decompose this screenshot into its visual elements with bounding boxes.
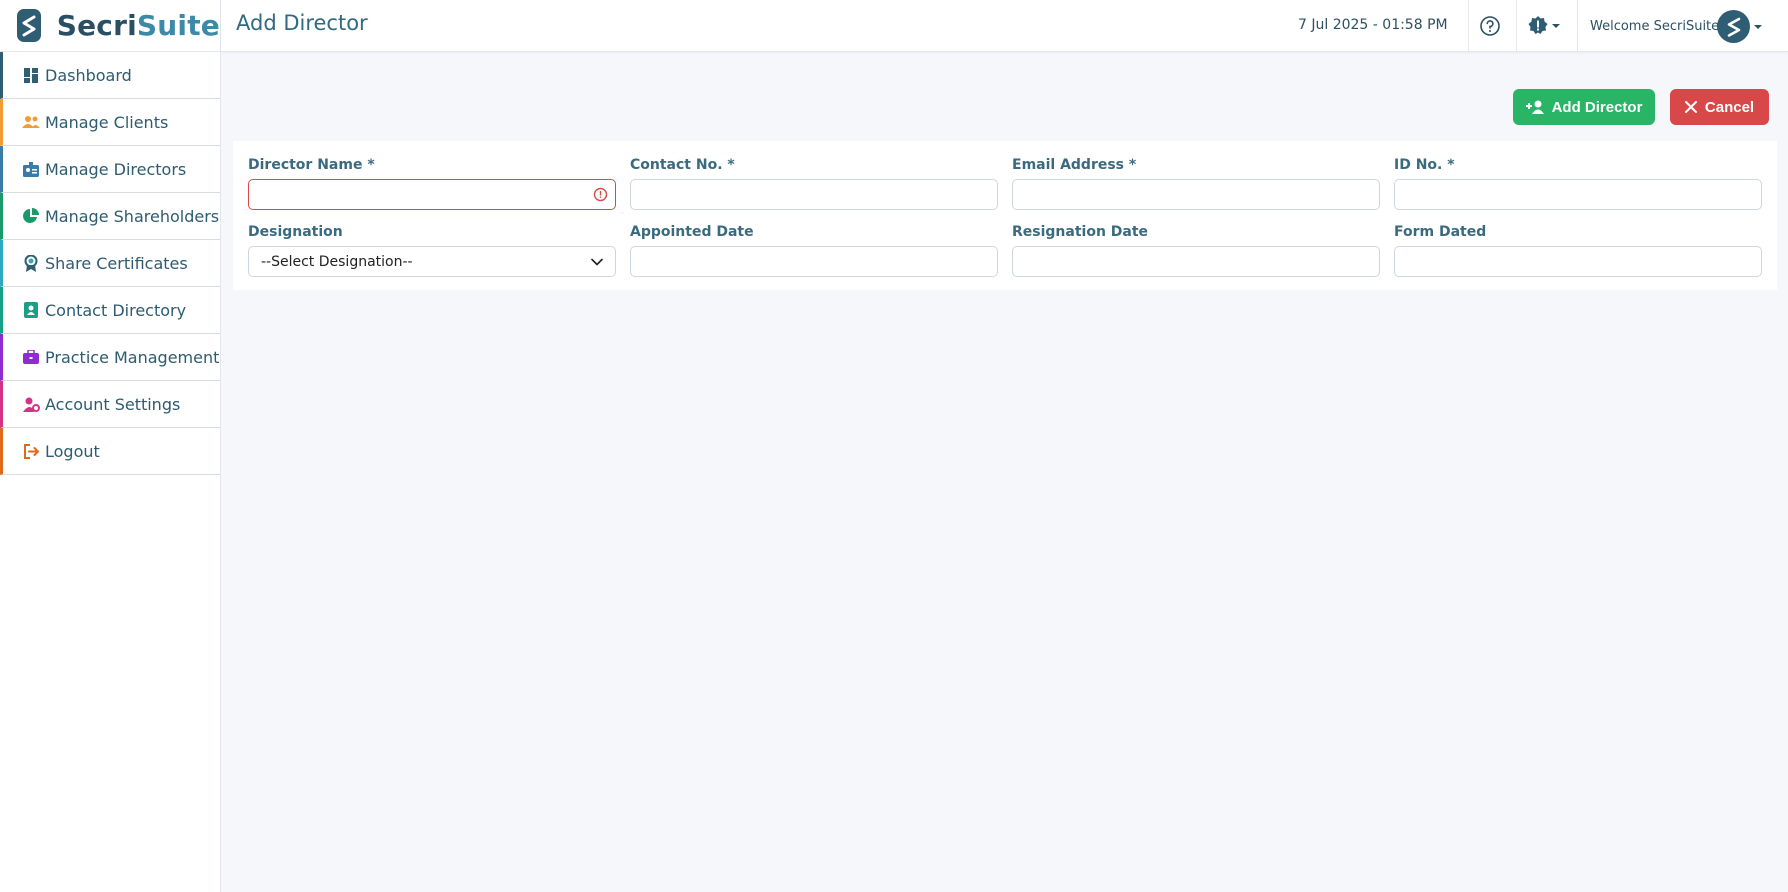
- sidebar-item-label: Logout: [45, 441, 100, 461]
- contact-no-input[interactable]: [630, 179, 998, 210]
- form-dated-field: Form Dated: [1394, 224, 1762, 277]
- director-name-input[interactable]: [248, 179, 616, 210]
- award-icon: [22, 254, 40, 272]
- alert-badge-icon: [1528, 16, 1548, 36]
- appointed-date-field: Appointed Date: [630, 224, 998, 277]
- resignation-date-field: Resignation Date: [1012, 224, 1380, 277]
- chevron-down-icon: [1552, 24, 1560, 28]
- contact-no-label: Contact No. *: [630, 157, 735, 173]
- contact-no-field: Contact No. *: [630, 157, 998, 210]
- sidebar-nav: Dashboard Manage Clients Manage Director…: [0, 52, 220, 475]
- close-icon: [1684, 101, 1697, 113]
- id-no-input[interactable]: [1394, 179, 1762, 210]
- sidebar-item-logout[interactable]: Logout: [0, 428, 220, 475]
- sidebar-item-contact-directory[interactable]: Contact Directory: [0, 287, 220, 334]
- id-no-label: ID No. *: [1394, 157, 1455, 173]
- users-icon: [22, 113, 40, 131]
- resignation-date-input[interactable]: [1012, 246, 1380, 277]
- divider: [1516, 0, 1517, 52]
- divider: [1577, 0, 1578, 52]
- sidebar-item-label: Account Settings: [45, 394, 181, 414]
- brand-name: SecriSuite: [56, 9, 220, 42]
- alerts-dropdown[interactable]: [1528, 15, 1564, 37]
- error-icon: [593, 187, 608, 202]
- designation-select[interactable]: --Select Designation--: [248, 246, 616, 277]
- welcome-text: Welcome SecriSuite: [1590, 19, 1720, 34]
- sidebar-item-label: Manage Clients: [45, 112, 169, 132]
- id-badge-icon: [22, 160, 40, 178]
- add-director-button[interactable]: Add Director: [1513, 89, 1655, 125]
- email-input[interactable]: [1012, 179, 1380, 210]
- director-name-label: Director Name *: [248, 157, 375, 173]
- sidebar-item-manage-shareholders[interactable]: Manage Shareholders: [0, 193, 220, 240]
- user-gear-icon: [22, 395, 40, 413]
- add-director-label: Add Director: [1551, 98, 1643, 116]
- top-bar: Add Director 7 Jul 2025 - 01:58 PM Welco…: [221, 0, 1788, 52]
- sidebar-item-label: Manage Shareholders: [45, 206, 220, 226]
- appointed-date-input[interactable]: [630, 246, 998, 277]
- sidebar-item-label: Dashboard: [45, 65, 132, 85]
- sidebar-item-label: Share Certificates: [45, 253, 188, 273]
- page-title: Add Director: [236, 11, 368, 35]
- pie-chart-icon: [22, 207, 40, 225]
- designation-label: Designation: [248, 224, 343, 240]
- sidebar-item-manage-clients[interactable]: Manage Clients: [0, 99, 220, 146]
- form-dated-label: Form Dated: [1394, 224, 1487, 240]
- sidebar-item-manage-directors[interactable]: Manage Directors: [0, 146, 220, 193]
- current-datetime: 7 Jul 2025 - 01:58 PM: [1298, 17, 1448, 33]
- director-form: Director Name * Contact No. * Email Addr…: [233, 141, 1777, 290]
- briefcase-icon: [22, 348, 40, 366]
- director-name-field: Director Name *: [248, 157, 616, 210]
- sidebar-item-share-certificates[interactable]: Share Certificates: [0, 240, 220, 287]
- contact-book-icon: [22, 301, 40, 319]
- sidebar-item-practice-management[interactable]: Practice Management: [0, 334, 220, 381]
- avatar: [1717, 10, 1750, 43]
- cancel-button[interactable]: Cancel: [1670, 89, 1769, 125]
- appointed-date-label: Appointed Date: [630, 224, 754, 240]
- chevron-down-icon: [591, 258, 603, 266]
- sidebar-item-label: Manage Directors: [45, 159, 187, 179]
- logout-icon: [22, 442, 40, 460]
- form-dated-input[interactable]: [1394, 246, 1762, 277]
- help-icon[interactable]: [1479, 15, 1501, 37]
- sidebar: SecriSuite Dashboard Manage Clients Mana…: [0, 0, 221, 892]
- user-plus-icon: [1525, 100, 1544, 114]
- sidebar-item-dashboard[interactable]: Dashboard: [0, 52, 220, 99]
- logo-icon: [17, 9, 41, 42]
- resignation-date-label: Resignation Date: [1012, 224, 1149, 240]
- dashboard-icon: [22, 66, 40, 84]
- sidebar-item-label: Practice Management: [45, 347, 220, 367]
- brand[interactable]: SecriSuite: [0, 0, 220, 52]
- email-field: Email Address *: [1012, 157, 1380, 210]
- divider: [1468, 0, 1469, 52]
- id-no-field: ID No. *: [1394, 157, 1762, 210]
- cancel-label: Cancel: [1704, 98, 1755, 116]
- sidebar-item-label: Contact Directory: [45, 300, 187, 320]
- chevron-down-icon: [1754, 24, 1762, 29]
- designation-field: Designation --Select Designation--: [248, 224, 616, 277]
- email-label: Email Address *: [1012, 157, 1137, 173]
- sidebar-item-account-settings[interactable]: Account Settings: [0, 381, 220, 428]
- user-menu[interactable]: [1717, 10, 1763, 43]
- designation-selected-value: --Select Designation--: [261, 253, 413, 270]
